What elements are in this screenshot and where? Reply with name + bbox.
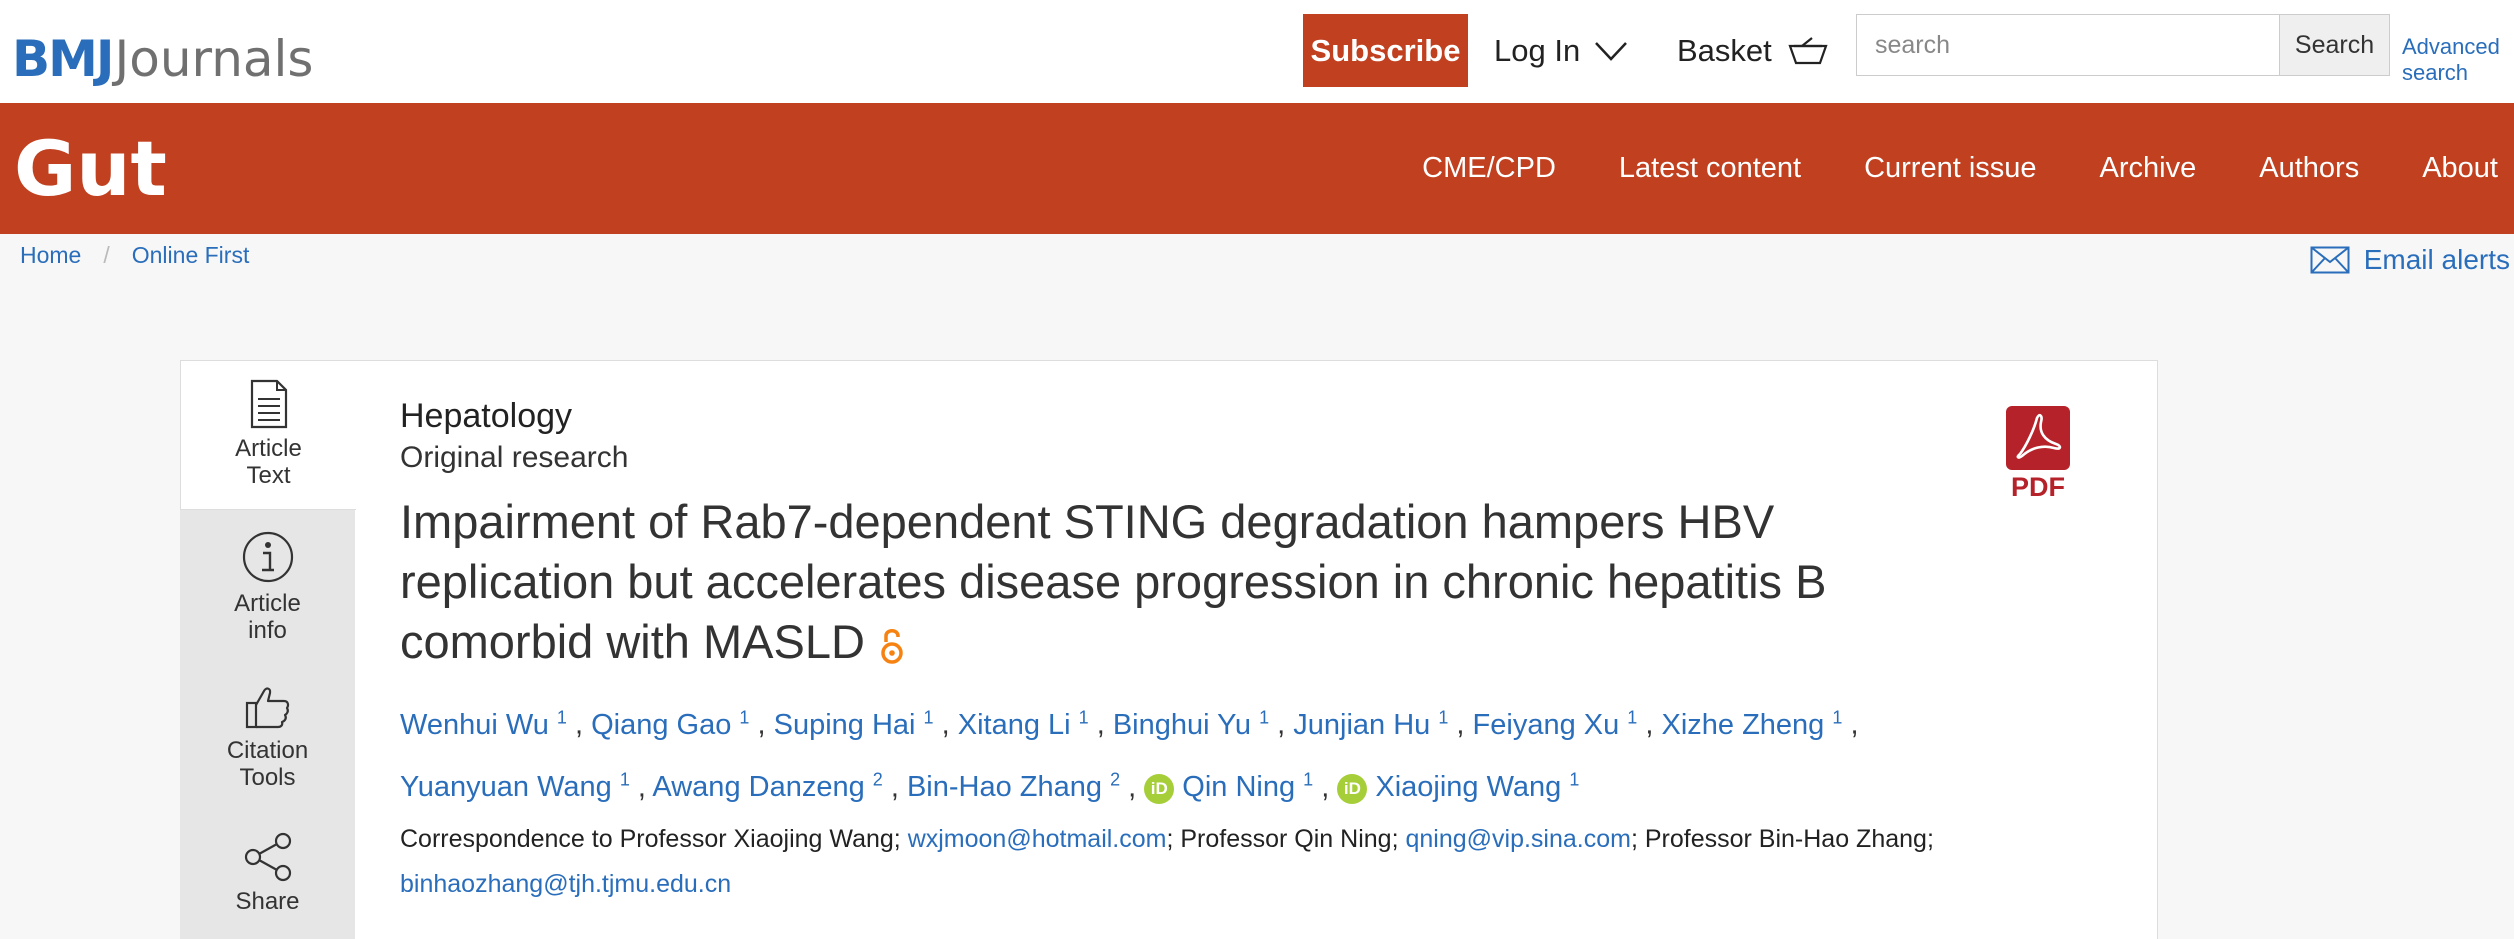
correspondence-text: ; Professor Qin Ning; xyxy=(1166,825,1399,854)
orcid-icon[interactable]: iD xyxy=(1144,773,1175,804)
author-link[interactable]: Qiang Gao 1 xyxy=(591,707,749,741)
correspondence-text: ; Professor Bin-Hao Zhang; xyxy=(1630,825,1934,854)
author-link[interactable]: Binghui Yu 1 xyxy=(1113,707,1269,741)
journal-bar: Gut CME/CPD Latest content Current issue… xyxy=(0,103,2514,234)
tab-citation-tools[interactable]: Citation Tools xyxy=(180,683,355,791)
tab-article-info[interactable]: Article info xyxy=(180,530,355,644)
basket-link[interactable]: Basket xyxy=(1677,14,1828,87)
thumbs-up-icon xyxy=(245,687,289,729)
pdf-label: PDF xyxy=(2011,472,2065,502)
chevron-down-icon xyxy=(1595,41,1628,61)
author-link[interactable]: Suping Hai 1 xyxy=(774,707,934,741)
nav-authors[interactable]: Authors xyxy=(2259,152,2359,185)
login-menu[interactable]: Log In xyxy=(1494,14,1628,87)
article-subject[interactable]: Hepatology xyxy=(400,394,1980,438)
tab-citation-tools-line2: Tools xyxy=(239,764,296,791)
search-button[interactable]: Search xyxy=(2279,14,2390,76)
author-link[interactable]: Wenhui Wu 1 xyxy=(400,707,567,741)
nav-archive[interactable]: Archive xyxy=(2100,152,2197,185)
envelope-icon xyxy=(2310,246,2350,274)
correspondence: Correspondence to Professor Xiaojing Wan… xyxy=(400,817,1980,907)
document-icon xyxy=(250,379,287,429)
author-link[interactable]: Qin Ning 1 xyxy=(1182,770,1313,804)
correspondence-prefix: Correspondence to Professor Xiaojing Wan… xyxy=(400,825,901,854)
breadcrumb: Home / Online First xyxy=(20,242,249,269)
author-list: Wenhui Wu 1 , Qiang Gao 1 , Suping Hai 1… xyxy=(400,707,1859,804)
journal-nav: CME/CPD Latest content Current issue Arc… xyxy=(1359,103,2514,234)
author-link[interactable]: Xiaojing Wang 1 xyxy=(1375,770,1579,804)
basket-icon xyxy=(1788,36,1828,64)
tab-article-text[interactable]: Article Text xyxy=(180,360,356,510)
email-alerts-link[interactable]: Email alerts xyxy=(2310,244,2510,276)
tab-article-info-line2: info xyxy=(248,617,287,644)
article-side-tabs: Article Text Article info Citation Tools… xyxy=(180,360,356,939)
info-icon xyxy=(242,531,293,583)
article-title: Impairment of Rab7-dependent STING degra… xyxy=(400,492,1960,672)
author-link[interactable]: Awang Danzeng 2 xyxy=(652,770,882,804)
email-link[interactable]: wxjmoon@hotmail.com xyxy=(908,825,1167,853)
tab-share[interactable]: Share xyxy=(180,832,355,915)
nav-cme-cpd[interactable]: CME/CPD xyxy=(1422,152,1556,185)
article-title-text: Impairment of Rab7-dependent STING degra… xyxy=(400,495,1827,668)
article-type: Original research xyxy=(400,441,629,474)
tab-citation-tools-line1: Citation xyxy=(226,737,309,764)
logo-bmj: BMJ xyxy=(12,30,114,88)
logo-journals: Journals xyxy=(114,30,314,88)
subscribe-button[interactable]: Subscribe xyxy=(1303,14,1468,87)
login-label: Log In xyxy=(1494,32,1581,68)
journal-title[interactable]: Gut xyxy=(14,119,167,219)
nav-about[interactable]: About xyxy=(2422,152,2498,185)
author-link[interactable]: Junjian Hu 1 xyxy=(1293,707,1448,741)
author-link[interactable]: Xitang Li 1 xyxy=(958,707,1089,741)
tab-article-info-line1: Article xyxy=(234,590,301,617)
nav-current-issue[interactable]: Current issue xyxy=(1864,152,2036,185)
author-link[interactable]: Yuanyuan Wang 1 xyxy=(400,770,630,804)
pdf-icon xyxy=(2006,406,2070,470)
share-icon xyxy=(244,832,291,882)
breadcrumb-home[interactable]: Home xyxy=(20,242,81,269)
advanced-search-link[interactable]: Advanced search xyxy=(2402,34,2514,86)
open-access-icon xyxy=(881,628,903,664)
top-bar: BMJ Journals Subscribe Log In Basket Sea… xyxy=(0,0,2514,103)
author-link[interactable]: Feiyang Xu 1 xyxy=(1473,707,1638,741)
tab-article-text-line1: Article xyxy=(235,435,302,462)
author-link[interactable]: Xizhe Zheng 1 xyxy=(1661,707,1842,741)
email-link[interactable]: qning@vip.sina.com xyxy=(1405,825,1631,853)
orcid-icon[interactable]: iD xyxy=(1337,773,1368,804)
author-link[interactable]: Bin-Hao Zhang 2 xyxy=(907,770,1120,804)
advanced-search-line1: Advanced xyxy=(2402,34,2500,59)
bmj-journals-logo[interactable]: BMJ Journals xyxy=(12,14,313,84)
tab-article-text-line2: Text xyxy=(246,462,291,489)
article-header: Hepatology Original research Impairment … xyxy=(400,394,1980,907)
pdf-download-button[interactable]: PDF xyxy=(2004,406,2072,503)
advanced-search-line2: search xyxy=(2402,60,2469,85)
search-input[interactable] xyxy=(1856,14,2279,76)
basket-label: Basket xyxy=(1677,32,1772,68)
nav-latest-content[interactable]: Latest content xyxy=(1619,152,1801,185)
breadcrumb-online-first[interactable]: Online First xyxy=(132,242,250,269)
tab-share-line1: Share xyxy=(235,888,300,915)
email-link[interactable]: binhaozhang@tjh.tjmu.edu.cn xyxy=(400,870,731,898)
breadcrumb-separator: / xyxy=(103,242,110,268)
email-alerts-label: Email alerts xyxy=(2363,244,2510,275)
